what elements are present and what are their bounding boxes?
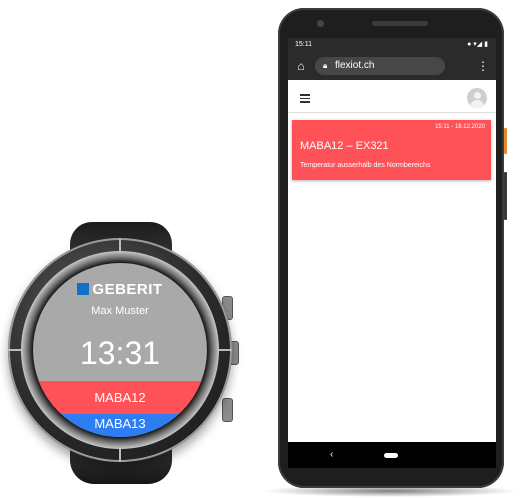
notification-timestamp: 15:11 - 18.12.2020 — [435, 124, 485, 130]
watch-alert-item[interactable]: MABA13 — [33, 414, 207, 437]
status-bar: 15:11 ● ▾◢ ▮ — [288, 38, 496, 52]
geberit-logo: GEBERIT — [33, 281, 207, 298]
more-vert-icon[interactable]: ⋮ — [477, 58, 489, 74]
notification-card[interactable]: 15:11 - 18.12.2020 MABA12 – EX321 Temper… — [292, 120, 491, 180]
watch-alert-item[interactable]: MABA12 — [33, 381, 207, 414]
earpiece-speaker — [372, 21, 428, 26]
watch-user-name: Max Muster — [91, 305, 149, 317]
watch-clock: 13:31 — [79, 335, 161, 371]
home-pill-icon[interactable] — [384, 453, 398, 458]
avatar[interactable] — [467, 88, 487, 108]
volume-key[interactable] — [504, 172, 507, 220]
status-icons: ● ▾◢ ▮ — [467, 41, 488, 48]
back-icon[interactable]: ‹ — [330, 449, 333, 460]
watch-logo-text: GEBERIT — [92, 281, 163, 298]
notification-message: Temperatur ausserhalb des Normbereichs — [300, 162, 431, 169]
front-camera — [317, 20, 324, 27]
address-bar[interactable]: 🔒︎ flexiot.ch — [315, 57, 445, 75]
app-header — [288, 84, 496, 113]
geberit-logo-square-icon — [77, 283, 90, 295]
home-icon[interactable]: ⌂ — [294, 59, 308, 73]
hamburger-menu-icon[interactable] — [300, 94, 310, 103]
watch-crown-button-bottom[interactable] — [222, 398, 233, 422]
notification-title: MABA12 – EX321 — [300, 140, 389, 152]
watch-screen: GEBERIT Max Muster 13:31 MABA12 MABA13 — [33, 263, 207, 437]
smartwatch: GEBERIT Max Muster 13:31 MABA12 MABA13 — [0, 0, 250, 498]
url-text: flexiot.ch — [335, 60, 375, 71]
status-time: 15:11 — [295, 41, 312, 48]
lock-icon: 🔒︎ — [323, 61, 328, 70]
power-key[interactable] — [504, 128, 507, 154]
